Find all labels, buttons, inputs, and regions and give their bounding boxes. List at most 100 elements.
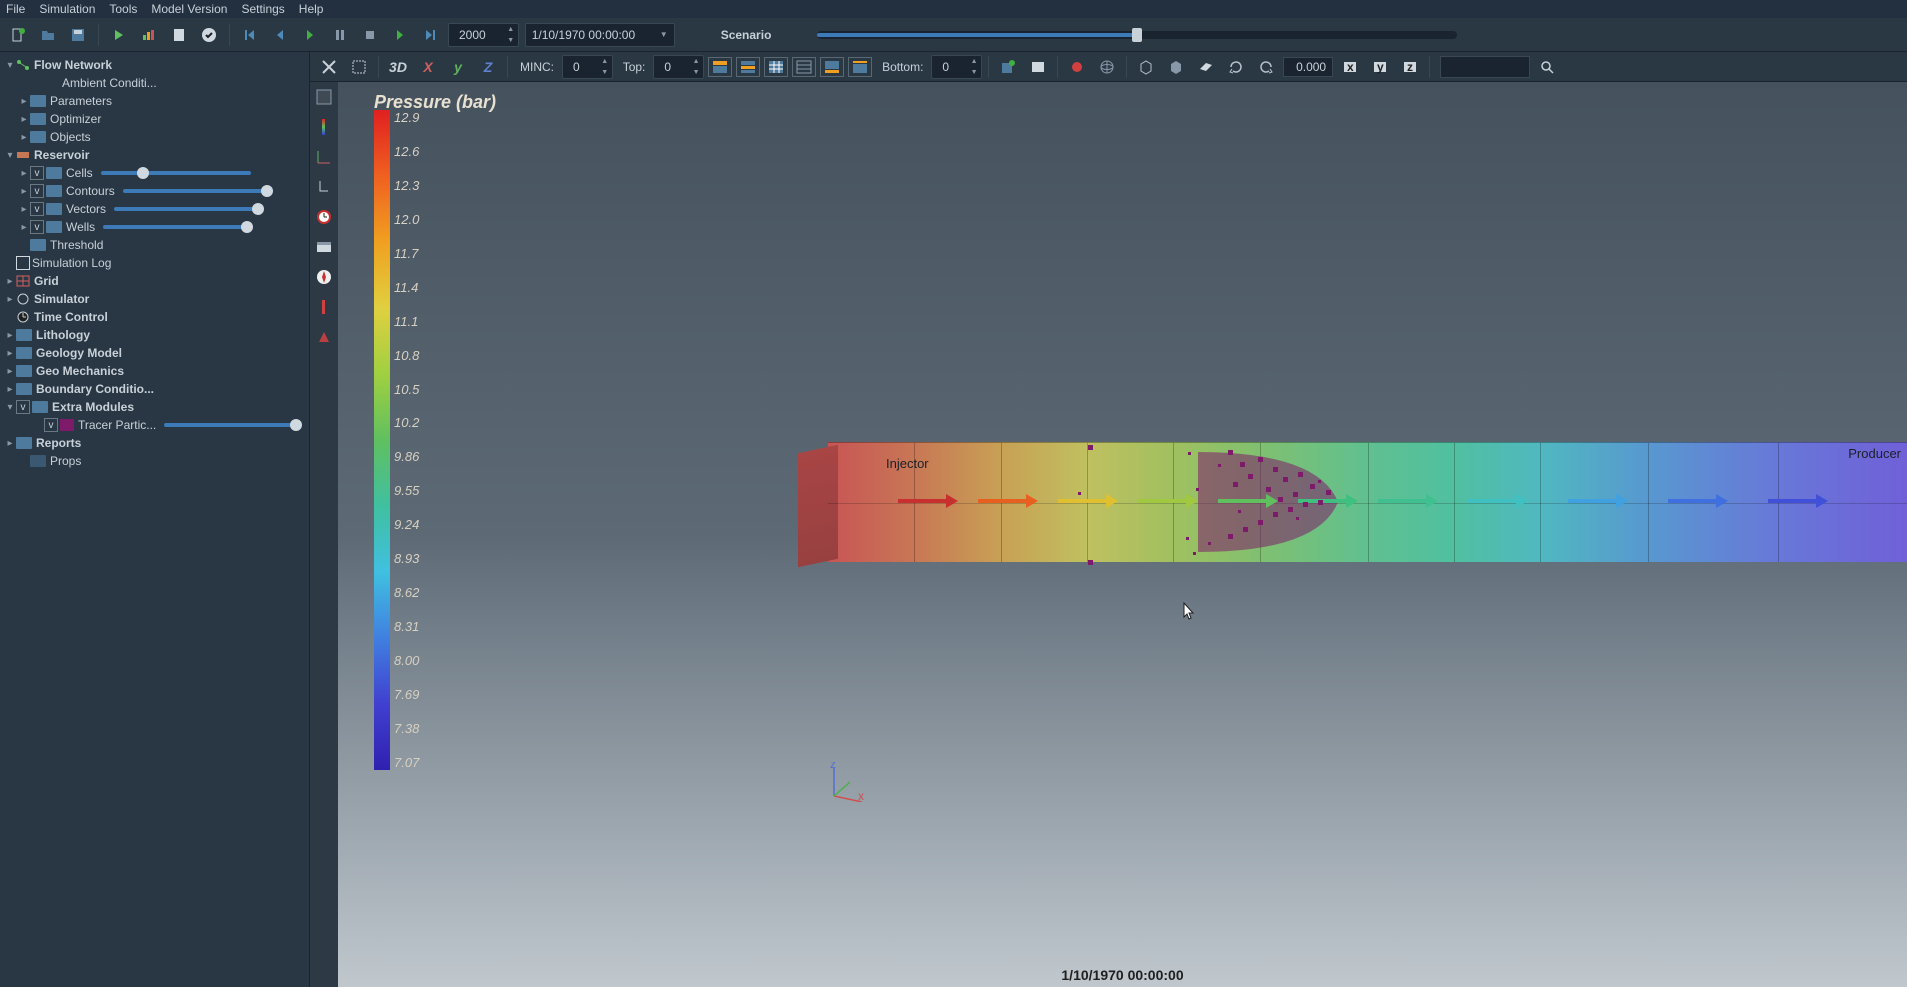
menu-model-version[interactable]: Model Version: [151, 2, 227, 16]
wireframe-button[interactable]: [792, 57, 816, 77]
axis-z-button[interactable]: Z: [475, 56, 501, 78]
tree-grid[interactable]: ▸ Grid: [0, 272, 309, 290]
triangle-icon[interactable]: [313, 326, 335, 348]
spin-up-icon[interactable]: ▲: [504, 24, 518, 35]
timestep-value[interactable]: 2000: [449, 28, 504, 42]
open-file-button[interactable]: [36, 23, 60, 47]
tree-objects[interactable]: ▸ Objects: [0, 128, 309, 146]
wells-opacity-slider[interactable]: [103, 225, 253, 229]
3d-viewport[interactable]: Pressure (bar) 12.912.6 12.312.0 11.711.…: [338, 82, 1907, 987]
colorbar-toggle-icon[interactable]: [313, 86, 335, 108]
cube-add-button[interactable]: [995, 55, 1021, 79]
new-file-button[interactable]: [6, 23, 30, 47]
contours-opacity-slider[interactable]: [123, 189, 273, 193]
rotate-ccw-button[interactable]: [1253, 55, 1279, 79]
stop-button[interactable]: [358, 23, 382, 47]
sidebar-tree[interactable]: ▾ Flow Network Ambient Conditi... ▸ Para…: [0, 52, 310, 987]
tree-time-control[interactable]: Time Control: [0, 308, 309, 326]
tree-cells[interactable]: ▸v Cells: [0, 164, 309, 182]
sheet-button[interactable]: [1193, 55, 1219, 79]
cells-opacity-slider[interactable]: [101, 171, 251, 175]
rainbow-icon[interactable]: [313, 116, 335, 138]
bottom-value[interactable]: 0: [932, 60, 967, 74]
tree-simulator[interactable]: ▸ Simulator: [0, 290, 309, 308]
tree-vectors[interactable]: ▸v Vectors: [0, 200, 309, 218]
tree-reports[interactable]: ▸ Reports: [0, 434, 309, 452]
bottom-spinner[interactable]: 0 ▲▼: [931, 55, 982, 79]
vectors-opacity-slider[interactable]: [114, 207, 264, 211]
menu-file[interactable]: File: [6, 2, 25, 16]
layer-button-4[interactable]: [848, 57, 872, 77]
layer-button-2[interactable]: [736, 57, 760, 77]
datetime-dropdown[interactable]: 1/10/1970 00:00:00 ▼: [525, 23, 675, 47]
compass-icon[interactable]: [313, 266, 335, 288]
red-bar-icon[interactable]: [313, 296, 335, 318]
skip-first-button[interactable]: [238, 23, 262, 47]
tree-threshold[interactable]: Threshold: [0, 236, 309, 254]
grid-button[interactable]: [764, 57, 788, 77]
cube-2-button[interactable]: [1163, 55, 1189, 79]
tree-boundary[interactable]: ▸ Boundary Conditio...: [0, 380, 309, 398]
search-input[interactable]: [1440, 56, 1530, 78]
tree-extra[interactable]: ▾v Extra Modules: [0, 398, 309, 416]
search-button[interactable]: [1534, 55, 1560, 79]
top-spinner[interactable]: 0 ▲▼: [653, 55, 704, 79]
spin-down-icon[interactable]: ▼: [504, 35, 518, 46]
step-forward-button[interactable]: [388, 23, 412, 47]
tree-flow-network[interactable]: ▾ Flow Network: [0, 56, 309, 74]
l-shape-icon[interactable]: [313, 176, 335, 198]
timeline-slider[interactable]: [817, 31, 1457, 39]
play-button[interactable]: [298, 23, 322, 47]
tree-tracer[interactable]: v Tracer Partic...: [0, 416, 309, 434]
globe-button[interactable]: [1094, 55, 1120, 79]
menu-tools[interactable]: Tools: [109, 2, 137, 16]
layer-button-3[interactable]: [820, 57, 844, 77]
card-icon[interactable]: [313, 236, 335, 258]
save-button[interactable]: [66, 23, 90, 47]
clock-icon[interactable]: [313, 206, 335, 228]
fit-x-button[interactable]: x: [1337, 55, 1363, 79]
cross-axes-button[interactable]: [316, 55, 342, 79]
3d-button[interactable]: 3D: [385, 56, 411, 78]
tree-wells[interactable]: ▸v Wells: [0, 218, 309, 236]
tree-parameters[interactable]: ▸ Parameters: [0, 92, 309, 110]
tree-reservoir[interactable]: ▾ Reservoir: [0, 146, 309, 164]
skip-last-button[interactable]: [418, 23, 442, 47]
minc-value[interactable]: 0: [563, 60, 598, 74]
axes-toggle-icon[interactable]: [313, 146, 335, 168]
menu-simulation[interactable]: Simulation: [39, 2, 95, 16]
tree-simlog[interactable]: Simulation Log: [0, 254, 309, 272]
axis-y-button[interactable]: y: [445, 56, 471, 78]
tree-label: Flow Network: [34, 58, 112, 72]
axis-x-button[interactable]: X: [415, 56, 441, 78]
chart-button[interactable]: [137, 23, 161, 47]
rotate-cw-button[interactable]: [1223, 55, 1249, 79]
tree-geomech[interactable]: ▸ Geo Mechanics: [0, 362, 309, 380]
tree-geology[interactable]: ▸ Geology Model: [0, 344, 309, 362]
timestep-spinner[interactable]: 2000 ▲▼: [448, 23, 519, 47]
tracer-opacity-slider[interactable]: [164, 423, 301, 427]
cube-1-button[interactable]: [1133, 55, 1159, 79]
record-button[interactable]: [1064, 55, 1090, 79]
tree-optimizer[interactable]: ▸ Optimizer: [0, 110, 309, 128]
book-button[interactable]: [1025, 55, 1051, 79]
menu-settings[interactable]: Settings: [241, 2, 284, 16]
run-button[interactable]: [107, 23, 131, 47]
layer-button-1[interactable]: [708, 57, 732, 77]
pause-button[interactable]: [328, 23, 352, 47]
check-button[interactable]: [197, 23, 221, 47]
tree-contours[interactable]: ▸v Contours: [0, 182, 309, 200]
tree-props[interactable]: Props: [0, 452, 309, 470]
menu-help[interactable]: Help: [299, 2, 324, 16]
zoom-value[interactable]: 0.000: [1283, 57, 1333, 77]
document-button[interactable]: [167, 23, 191, 47]
minc-spinner[interactable]: 0 ▲▼: [562, 55, 613, 79]
fit-y-button[interactable]: y: [1367, 55, 1393, 79]
select-button[interactable]: [346, 55, 372, 79]
tree-lithology[interactable]: ▸ Lithology: [0, 326, 309, 344]
fit-z-button[interactable]: z: [1397, 55, 1423, 79]
tree-ambient[interactable]: Ambient Conditi...: [0, 74, 309, 92]
step-back-button[interactable]: [268, 23, 292, 47]
top-value[interactable]: 0: [654, 60, 689, 74]
timeline-thumb[interactable]: [1132, 28, 1142, 42]
